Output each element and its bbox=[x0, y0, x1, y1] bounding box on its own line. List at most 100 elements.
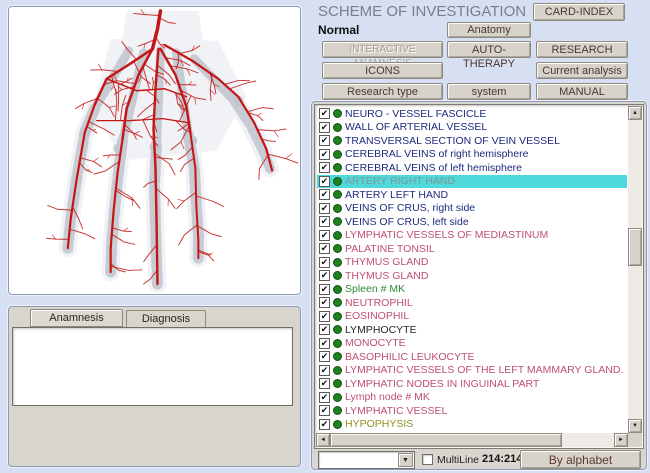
list-item[interactable]: ✔ LYMPHOCYTE bbox=[317, 323, 627, 337]
item-label: LYMPHATIC VESSELS OF MEDIASTINUM bbox=[345, 229, 548, 241]
item-checkbox[interactable]: ✔ bbox=[319, 297, 330, 308]
list-item[interactable]: ✔ PALATINE TONSIL bbox=[317, 242, 627, 256]
item-status-dot bbox=[333, 177, 342, 186]
item-label: CEREBRAL VEINS of right hemisphere bbox=[345, 148, 528, 160]
item-label: BASOPHILIC LEUKOCYTE bbox=[345, 351, 475, 363]
system-button[interactable]: system bbox=[447, 83, 531, 100]
list-item[interactable]: ✔ NEURO - VESSEL FASCICLE bbox=[317, 107, 627, 121]
item-checkbox[interactable]: ✔ bbox=[319, 311, 330, 322]
item-checkbox[interactable]: ✔ bbox=[319, 108, 330, 119]
tab-diagnosis[interactable]: Diagnosis bbox=[126, 310, 206, 328]
list-item[interactable]: ✔ EOSINOPHIL bbox=[317, 310, 627, 324]
item-checkbox[interactable]: ✔ bbox=[319, 243, 330, 254]
multiline-checkbox[interactable] bbox=[422, 454, 433, 465]
item-checkbox[interactable]: ✔ bbox=[319, 149, 330, 160]
item-checkbox[interactable]: ✔ bbox=[319, 365, 330, 376]
item-checkbox[interactable]: ✔ bbox=[319, 338, 330, 349]
item-checkbox[interactable]: ✔ bbox=[319, 216, 330, 227]
tab-anamnesis[interactable]: Anamnesis bbox=[30, 309, 123, 327]
item-status-dot bbox=[333, 420, 342, 429]
item-label: PALATINE TONSIL bbox=[345, 243, 435, 255]
list-item[interactable]: ✔ MONOCYTE bbox=[317, 337, 627, 351]
list-item[interactable]: ✔ CEREBRAL VEINS of right hemisphere bbox=[317, 148, 627, 162]
list-item[interactable]: ✔ BASOPHILIC LEUKOCYTE bbox=[317, 350, 627, 364]
list-item[interactable]: ✔ THYMUS GLAND bbox=[317, 256, 627, 270]
current-analysis-button[interactable]: Current analysis bbox=[536, 62, 628, 79]
item-status-dot bbox=[333, 298, 342, 307]
item-checkbox[interactable]: ✔ bbox=[319, 176, 330, 187]
item-checkbox[interactable]: ✔ bbox=[319, 230, 330, 241]
interactive-anamnesis-button[interactable]: INTERACTIVE ANAMNESIS bbox=[322, 41, 443, 58]
item-counter: 214:214 bbox=[482, 453, 522, 465]
anamnesis-textarea[interactable] bbox=[12, 327, 293, 406]
item-checkbox[interactable]: ✔ bbox=[319, 419, 330, 430]
item-status-dot bbox=[333, 352, 342, 361]
item-status-dot bbox=[333, 109, 342, 118]
auto-therapy-button[interactable]: AUTO-THERAPY bbox=[447, 41, 531, 58]
item-checkbox[interactable]: ✔ bbox=[319, 351, 330, 362]
list-item[interactable]: ✔ LYMPHATIC VESSELS OF THE LEFT MAMMARY … bbox=[317, 364, 627, 378]
item-label: Lymph node # MK bbox=[345, 391, 430, 403]
chevron-down-icon[interactable]: ▼ bbox=[398, 453, 413, 467]
scroll-right-icon[interactable]: ► bbox=[614, 433, 628, 447]
vertical-scroll-thumb[interactable] bbox=[628, 228, 642, 266]
item-status-dot bbox=[333, 379, 342, 388]
investigation-list-panel: ✔ NEURO - VESSEL FASCICLE ✔ WALL OF ARTE… bbox=[311, 101, 647, 470]
item-checkbox[interactable]: ✔ bbox=[319, 135, 330, 146]
item-checkbox[interactable]: ✔ bbox=[319, 257, 330, 268]
icons-button[interactable]: ICONS bbox=[322, 62, 443, 79]
list-item[interactable]: ✔ NEUTROPHIL bbox=[317, 296, 627, 310]
list-item[interactable]: ✔ LYMPHATIC NODES IN INGUINAL PART bbox=[317, 377, 627, 391]
anatomy-button[interactable]: Anatomy bbox=[447, 22, 531, 38]
list-item[interactable]: ✔ HYPOPHYSIS bbox=[317, 418, 627, 432]
item-status-dot bbox=[333, 150, 342, 159]
list-item[interactable]: ✔ Lymph node # MK bbox=[317, 391, 627, 405]
item-checkbox[interactable]: ✔ bbox=[319, 203, 330, 214]
horizontal-scroll-thumb[interactable] bbox=[330, 433, 562, 447]
item-checkbox[interactable]: ✔ bbox=[319, 284, 330, 295]
list-item[interactable]: ✔ CEREBRAL VEINS of left hemisphere bbox=[317, 161, 627, 175]
item-checkbox[interactable]: ✔ bbox=[319, 392, 330, 403]
item-status-dot bbox=[333, 163, 342, 172]
list-item[interactable]: ✔ THYMUS GLAND bbox=[317, 269, 627, 283]
vertical-scrollbar[interactable]: ▲ ▼ bbox=[628, 106, 642, 433]
item-status-dot bbox=[333, 231, 342, 240]
item-status-dot bbox=[333, 204, 342, 213]
list-item[interactable]: ✔ VEINS OF CRUS, right side bbox=[317, 202, 627, 216]
item-checkbox[interactable]: ✔ bbox=[319, 405, 330, 416]
scroll-down-icon[interactable]: ▼ bbox=[628, 419, 642, 433]
organ-listbox: ✔ NEURO - VESSEL FASCICLE ✔ WALL OF ARTE… bbox=[314, 104, 644, 449]
item-checkbox[interactable]: ✔ bbox=[319, 189, 330, 200]
item-label: TRANSVERSAL SECTION OF VEIN VESSEL bbox=[345, 135, 560, 147]
by-alphabet-button[interactable]: By alphabet bbox=[520, 450, 641, 469]
list-item[interactable]: ✔ WALL OF ARTERIAL VESSEL bbox=[317, 121, 627, 135]
item-checkbox[interactable]: ✔ bbox=[319, 122, 330, 133]
filter-combobox[interactable]: ▼ bbox=[318, 451, 415, 469]
list-item[interactable]: ✔ ARTERY RIGHT HAND bbox=[317, 175, 627, 189]
item-status-dot bbox=[333, 325, 342, 334]
list-item[interactable]: ✔ VEINS OF CRUS, left side bbox=[317, 215, 627, 229]
item-status-dot bbox=[333, 217, 342, 226]
list-item[interactable]: ✔ TRANSVERSAL SECTION OF VEIN VESSEL bbox=[317, 134, 627, 148]
item-status-dot bbox=[333, 244, 342, 253]
list-item[interactable]: ✔ LYMPHATIC VESSELS OF MEDIASTINUM bbox=[317, 229, 627, 243]
list-item[interactable]: ✔ LYMPHATIC VESSEL bbox=[317, 404, 627, 418]
item-status-dot bbox=[333, 406, 342, 415]
horizontal-scrollbar[interactable]: ◄ ► bbox=[316, 433, 628, 447]
mode-label: Normal bbox=[318, 23, 359, 37]
list-item[interactable]: ✔ CFU granulocyte # MK bbox=[317, 431, 627, 432]
item-status-dot bbox=[333, 366, 342, 375]
scroll-up-icon[interactable]: ▲ bbox=[628, 106, 642, 120]
item-checkbox[interactable]: ✔ bbox=[319, 378, 330, 389]
item-status-dot bbox=[333, 190, 342, 199]
card-index-button[interactable]: CARD-INDEX bbox=[533, 3, 625, 21]
item-checkbox[interactable]: ✔ bbox=[319, 162, 330, 173]
research-type-button[interactable]: Research type bbox=[322, 83, 443, 100]
list-item[interactable]: ✔ Spleen # MK bbox=[317, 283, 627, 297]
research-button[interactable]: RESEARCH bbox=[536, 41, 628, 58]
list-item[interactable]: ✔ ARTERY LEFT HAND bbox=[317, 188, 627, 202]
item-checkbox[interactable]: ✔ bbox=[319, 270, 330, 281]
scroll-left-icon[interactable]: ◄ bbox=[316, 433, 330, 447]
item-checkbox[interactable]: ✔ bbox=[319, 324, 330, 335]
manual-choice-button[interactable]: MANUAL CHOICE bbox=[536, 83, 628, 100]
